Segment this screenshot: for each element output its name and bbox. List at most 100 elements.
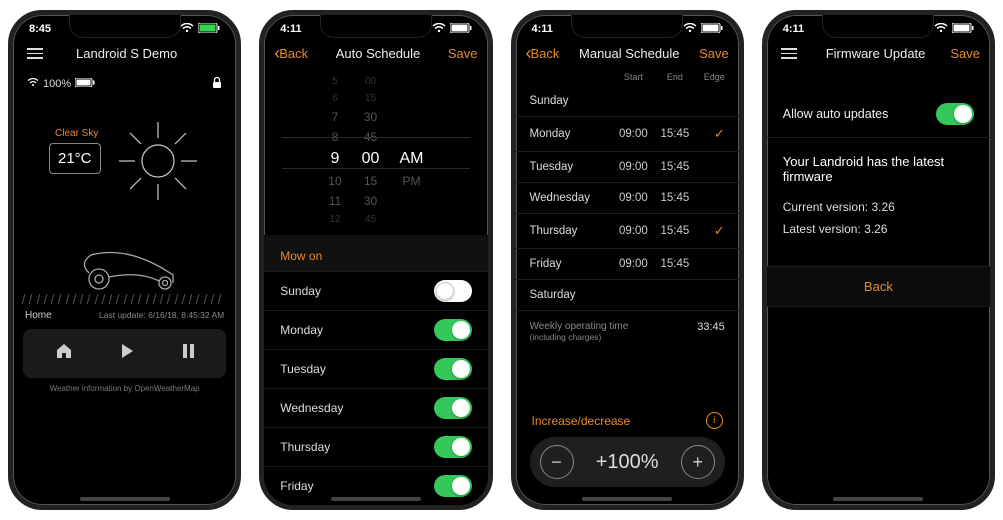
start-time: 09:00 (613, 192, 655, 204)
decrease-button[interactable]: − (540, 445, 574, 479)
weekly-operating-time: Weekly operating time (including charges… (516, 311, 739, 352)
day-toggle[interactable] (434, 319, 472, 341)
notch (320, 15, 432, 38)
time-picker[interactable]: 5 6 7 8 9 10 11 12 00 15 30 45 00 15 30 … (264, 70, 487, 235)
start-time: 09:00 (613, 225, 655, 237)
allow-auto-toggle[interactable] (936, 103, 974, 125)
play-button[interactable] (120, 343, 134, 364)
lock-icon[interactable] (212, 77, 222, 92)
day-label: Thursday (530, 225, 613, 237)
start-time: 09:00 (613, 128, 655, 140)
day-toggle-row: Sunday (264, 271, 487, 310)
day-toggle-row: Thursday (264, 427, 487, 466)
home-indicator[interactable] (582, 497, 672, 501)
schedule-row[interactable]: Friday 09:00 15:45 (516, 249, 739, 280)
day-toggle[interactable] (434, 280, 472, 302)
end-time: 15:45 (654, 192, 696, 204)
notch (69, 15, 181, 38)
back-button[interactable]: ‹Back (526, 44, 560, 62)
start-time: 09:00 (613, 161, 655, 173)
schedule-row[interactable]: Thursday 09:00 15:45 ✓ (516, 214, 739, 249)
wifi-percent: 100% (43, 78, 71, 90)
pause-button[interactable] (181, 343, 195, 364)
schedule-row[interactable]: Sunday (516, 86, 739, 117)
stepper-value: +100% (596, 451, 659, 474)
status-time: 4:11 (532, 23, 553, 36)
back-button[interactable]: Back (767, 266, 990, 307)
screen-home: 8:45 Landroid S Demo 100% Clear Sky 21°C (8, 10, 241, 510)
day-label: Sunday (530, 95, 613, 107)
latest-version: Latest version: 3.26 (767, 216, 990, 250)
end-time: 15:45 (654, 128, 696, 140)
menu-icon[interactable] (23, 44, 47, 63)
schedule-row[interactable]: Saturday (516, 280, 739, 311)
day-label: Friday (280, 479, 313, 493)
schedule-row[interactable]: Tuesday 09:00 15:45 (516, 152, 739, 183)
current-version: Current version: 3.26 (767, 192, 990, 216)
battery-icon (952, 23, 974, 36)
schedule-row[interactable]: Monday 09:00 15:45 ✓ (516, 117, 739, 152)
battery-icon (198, 23, 220, 36)
page-title: Manual Schedule (579, 46, 679, 61)
temperature: 21°C (49, 143, 101, 174)
last-update: Last update: 6/16/18, 8:45:32 AM (99, 310, 224, 321)
ampm-picker[interactable]: AM PM (399, 76, 423, 225)
increase-decrease-label: Increase/decrease (532, 414, 631, 428)
schedule-header: Start End Edge (516, 70, 739, 86)
day-label: Friday (530, 258, 613, 270)
mower-illustration (13, 224, 236, 304)
hour-picker[interactable]: 5 6 7 8 9 10 11 12 (328, 76, 341, 225)
weather-credit: Weather information by OpenWeatherMap (13, 384, 236, 397)
edge-check: ✓ (696, 126, 725, 142)
col-edge: Edge (696, 72, 725, 82)
day-toggle[interactable] (434, 475, 472, 497)
back-label: Back (279, 46, 308, 61)
screen-auto-schedule: 4:11 ‹Back Auto Schedule Save 5 6 7 8 9 … (259, 10, 492, 510)
day-toggle-row: Wednesday (264, 388, 487, 427)
save-button[interactable]: Save (950, 46, 980, 61)
wifi-icon (27, 78, 39, 90)
wifi-icon (432, 23, 446, 36)
day-label: Wednesday (530, 192, 613, 204)
notch (571, 15, 683, 38)
save-button[interactable]: Save (448, 46, 478, 61)
day-toggle[interactable] (434, 358, 472, 380)
weather-block: Clear Sky 21°C (13, 98, 236, 184)
home-button[interactable] (55, 343, 73, 364)
weekly-sublabel: (including charges) (530, 332, 629, 342)
day-label: Saturday (530, 289, 613, 301)
day-label: Wednesday (280, 401, 343, 415)
page-title: Landroid S Demo (76, 46, 177, 61)
schedule-row[interactable]: Wednesday 09:00 15:45 (516, 183, 739, 214)
home-indicator[interactable] (833, 497, 923, 501)
home-indicator[interactable] (80, 497, 170, 501)
day-label: Tuesday (280, 362, 326, 376)
day-toggle[interactable] (434, 436, 472, 458)
nav-bar: Landroid S Demo (13, 38, 236, 71)
notch (822, 15, 934, 38)
info-icon[interactable]: i (706, 412, 723, 429)
day-toggle[interactable] (434, 397, 472, 419)
back-button[interactable]: ‹Back (274, 44, 308, 62)
increase-button[interactable]: + (681, 445, 715, 479)
home-indicator[interactable] (331, 497, 421, 501)
allow-auto-updates-row: Allow auto updates (767, 91, 990, 138)
battery-icon (701, 23, 723, 36)
allow-auto-label: Allow auto updates (783, 107, 889, 121)
sun-icon (113, 116, 203, 211)
end-time: 15:45 (654, 161, 696, 173)
firmware-status-message: Your Landroid has the latest firmware (767, 138, 990, 192)
save-button[interactable]: Save (699, 46, 729, 61)
end-time: 15:45 (654, 258, 696, 270)
back-label: Back (531, 46, 560, 61)
status-time: 4:11 (280, 23, 301, 36)
col-start: Start (613, 72, 655, 82)
day-toggle-row: Saturday (264, 505, 487, 510)
status-time: 4:11 (783, 23, 804, 36)
status-time: 8:45 (29, 23, 51, 36)
weekly-value: 33:45 (697, 321, 725, 342)
menu-icon[interactable] (777, 44, 801, 63)
start-time: 09:00 (613, 258, 655, 270)
minute-picker[interactable]: 00 15 30 45 00 15 30 45 (362, 76, 380, 225)
battery-icon (75, 78, 95, 90)
